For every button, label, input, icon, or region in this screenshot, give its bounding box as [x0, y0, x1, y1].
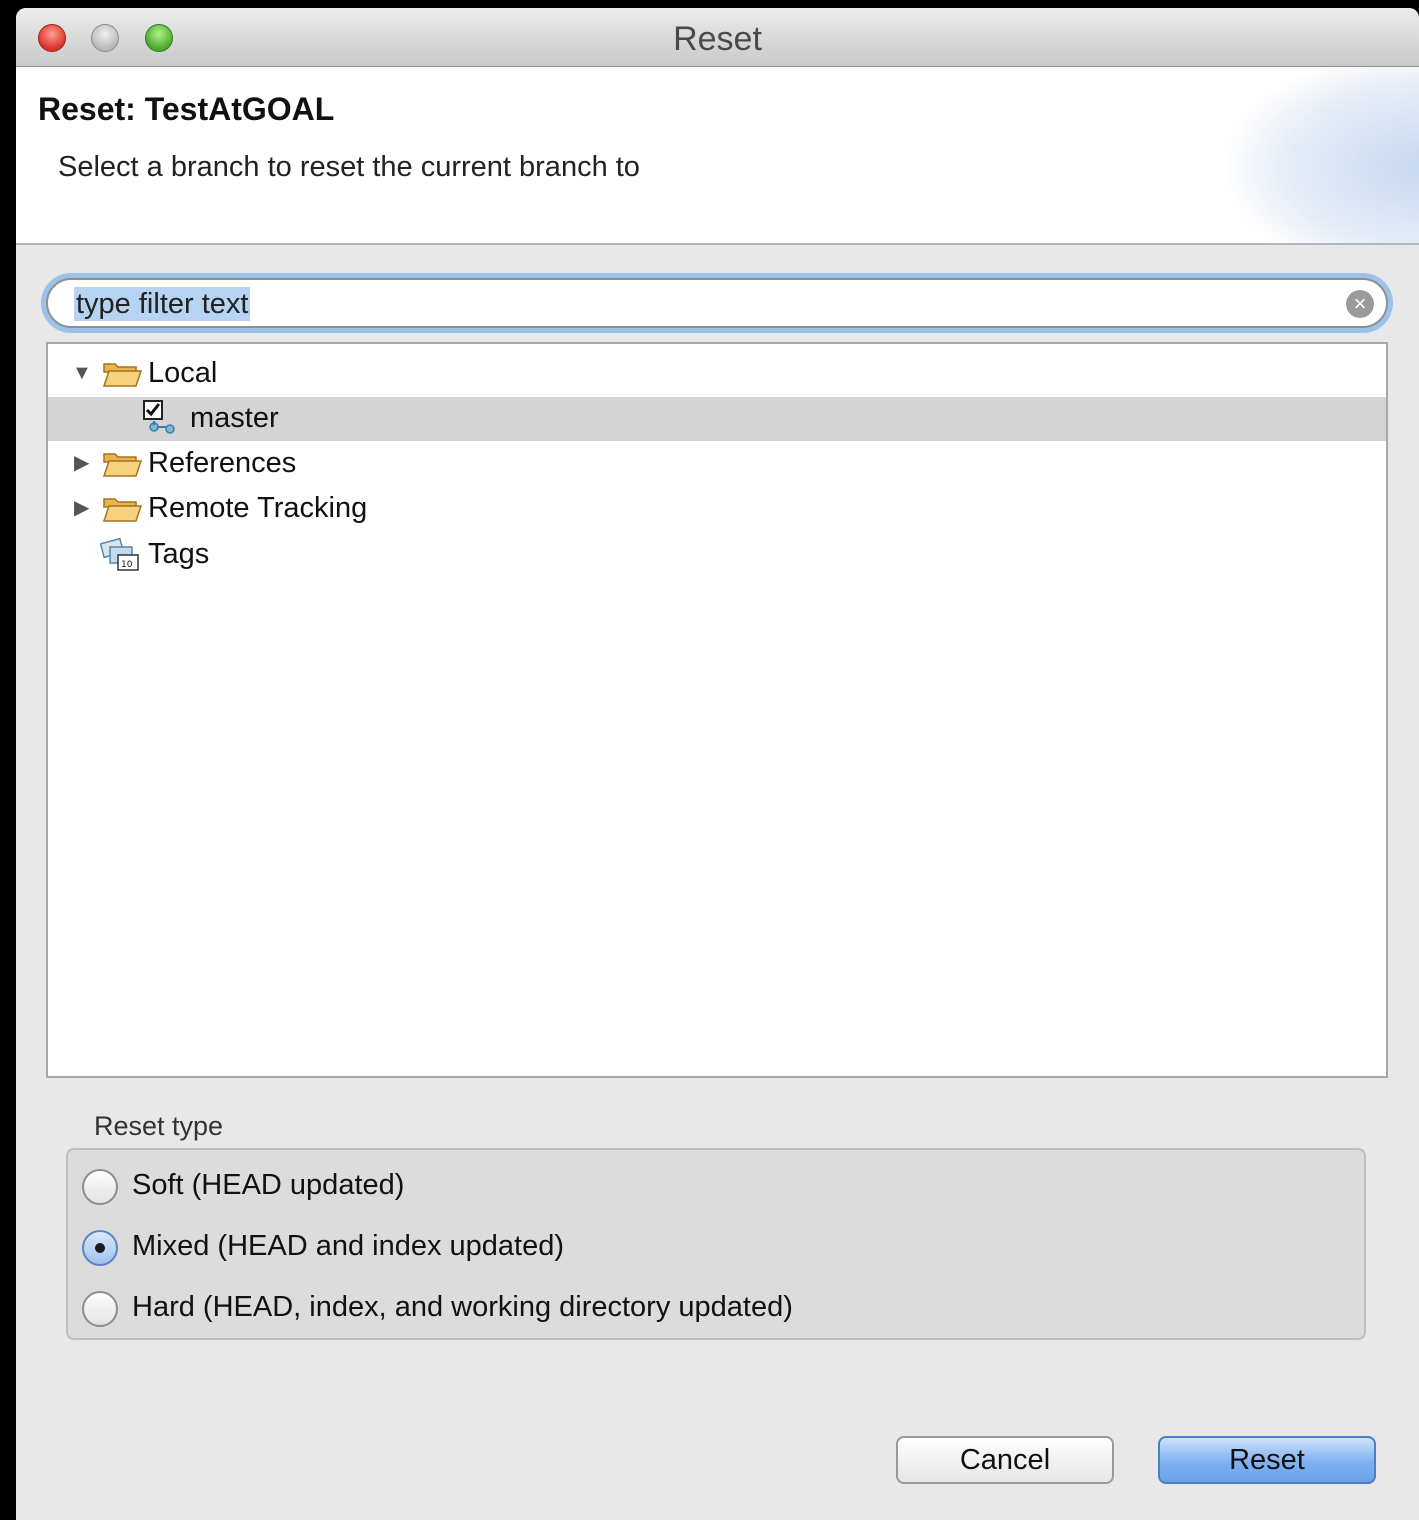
clear-icon[interactable]: × — [1346, 290, 1374, 318]
branch-tree[interactable]: ▼ Local master ▶ References ▶ Remote Tra… — [46, 342, 1388, 1078]
radio-label[interactable]: Hard (HEAD, index, and working directory… — [132, 1291, 793, 1324]
tree-item-remote-tracking[interactable]: ▶ Remote Tracking — [48, 487, 1386, 531]
radio-button-selected[interactable] — [82, 1230, 118, 1266]
tree-item-label: Tags — [148, 538, 210, 570]
title-bar: Reset — [16, 8, 1419, 67]
radio-button[interactable] — [82, 1169, 118, 1205]
radio-button[interactable] — [82, 1291, 118, 1327]
expand-down-icon[interactable]: ▼ — [72, 362, 94, 384]
tree-item-references[interactable]: ▶ References — [48, 442, 1386, 486]
cancel-button[interactable]: Cancel — [896, 1436, 1114, 1484]
window-title: Reset — [673, 20, 762, 58]
reset-dialog: Reset Reset: TestAtGOAL Select a branch … — [16, 8, 1419, 1520]
tree-item-label: Local — [148, 357, 218, 389]
radio-label[interactable]: Mixed (HEAD and index updated) — [132, 1230, 564, 1263]
radio-mixed[interactable]: Mixed (HEAD and index updated) — [82, 1227, 1282, 1271]
radio-soft[interactable]: Soft (HEAD updated) — [82, 1166, 1282, 1210]
expand-right-icon[interactable]: ▶ — [74, 452, 96, 474]
dialog-header: Reset: TestAtGOAL Select a branch to res… — [16, 67, 1419, 245]
reset-button[interactable]: Reset — [1158, 1436, 1376, 1484]
tree-item-tags[interactable]: 10 Tags — [48, 533, 1386, 577]
folder-open-icon — [102, 453, 142, 477]
filter-input[interactable]: type filter text × — [46, 278, 1388, 328]
reset-type-group: Soft (HEAD updated) Mixed (HEAD and inde… — [66, 1148, 1366, 1340]
tags-icon: 10 — [100, 537, 139, 571]
radio-hard[interactable]: Hard (HEAD, index, and working directory… — [82, 1288, 1282, 1332]
dialog-title: Reset: TestAtGOAL — [38, 91, 335, 127]
checked-out-branch-icon — [143, 400, 175, 434]
tree-item-master[interactable]: master — [48, 397, 1386, 441]
dialog-message: Select a branch to reset the current bra… — [58, 151, 640, 183]
reset-type-label: Reset type — [94, 1111, 224, 1141]
expand-right-icon[interactable]: ▶ — [74, 497, 96, 519]
folder-open-icon — [102, 498, 142, 522]
tree-item-label: Remote Tracking — [148, 492, 368, 524]
header-decoration — [1219, 67, 1419, 243]
filter-input-value[interactable]: type filter text — [74, 287, 251, 321]
svg-text:10: 10 — [121, 560, 133, 570]
radio-label[interactable]: Soft (HEAD updated) — [132, 1169, 404, 1202]
tree-item-label: References — [148, 447, 297, 479]
folder-open-icon — [102, 363, 142, 387]
tree-item-local[interactable]: ▼ Local — [48, 352, 1386, 396]
tree-item-label: master — [190, 402, 279, 434]
